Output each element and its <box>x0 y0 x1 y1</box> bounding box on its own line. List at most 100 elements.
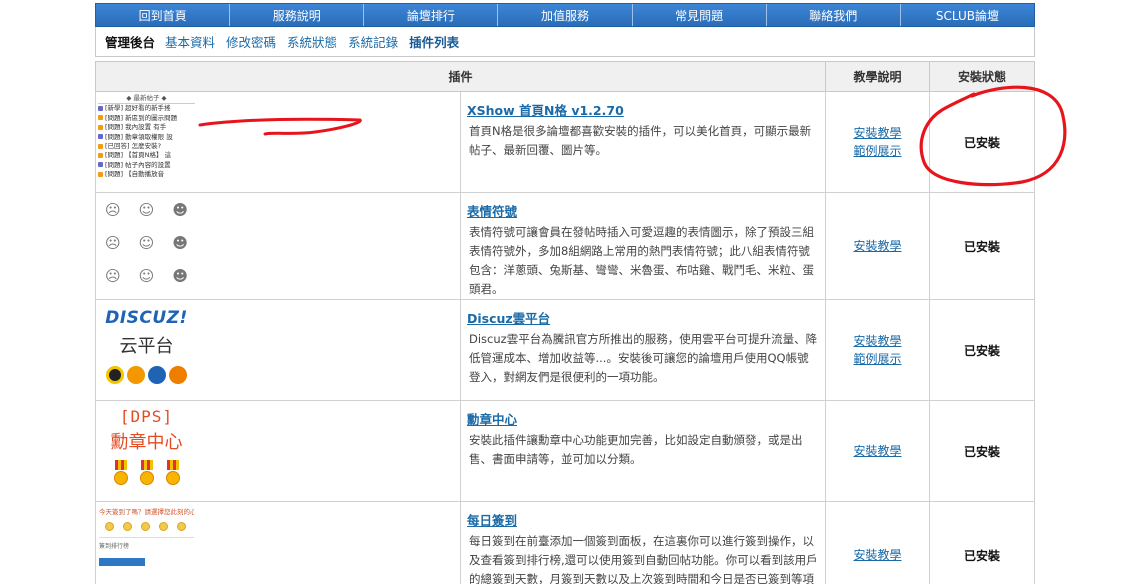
discuz-sub: 云平台 <box>119 336 174 357</box>
help-link[interactable]: 範例展示 <box>826 142 929 160</box>
plugin-help: 安裝教學 範例展示 <box>825 299 930 401</box>
emoji-icon: ☻ <box>172 267 188 286</box>
plugin-description: 首頁N格是很多論壇都喜歡安裝的插件，可以美化首頁，可顯示最新帖子、最新回覆、圖片… <box>469 124 812 157</box>
help-link[interactable]: 安裝教學 <box>826 124 929 142</box>
sign-title: 今天簽到了嗎？請選擇您此刻的心情 <box>99 508 194 516</box>
plugin-description: 每日簽到在前臺添加一個簽到面板，在這裏你可以進行簽到操作，以及查看簽到排行榜,還… <box>469 534 818 584</box>
plugin-info: XShow 首頁N格 v1.2.70 首頁N格是很多論壇都喜歡安裝的插件，可以美… <box>460 91 826 193</box>
cloud-icon <box>148 366 166 384</box>
subnav-links: 基本資料 修改密碼 系統狀態 系統記錄 插件列表 <box>165 32 470 51</box>
thumb-posts-head: ◆ 最新帖子 ◆ <box>98 94 195 105</box>
table-row: 今天簽到了嗎？請選擇您此刻的心情 簽到排行榜 每日簽到 每日簽到在前臺添加一個簽… <box>95 501 1035 584</box>
plugin-name-link[interactable]: 勳章中心 <box>467 409 517 428</box>
plugin-thumbnail: ☹ ☺ ☻ ☹ ☺ ☻ ☹ ☺ ☻ <box>95 192 461 300</box>
thumb-post-row: [問題] 新區到的圖示問題 <box>98 114 195 123</box>
thumb-post-row: [已回答] 怎麼安裝? <box>98 142 195 151</box>
sign-line: 簽到排行榜 <box>99 537 194 550</box>
table-row: DISCUZ! 云平台 Discuz雲平台 Discuz雲平台為騰訊官方所推出的… <box>95 299 1035 401</box>
plugin-thumbnail: DISCUZ! 云平台 <box>95 299 461 401</box>
help-link[interactable]: 安裝教學 <box>826 332 929 350</box>
thumb-dps: [DPS] 勳章中心 <box>96 401 197 501</box>
thumb-discuz: DISCUZ! 云平台 <box>96 300 197 400</box>
nav-item-5[interactable]: 聯絡我們 <box>766 4 901 26</box>
plugin-info: 每日簽到 每日簽到在前臺添加一個簽到面板，在這裏你可以進行簽到操作，以及查看簽到… <box>460 501 826 584</box>
discuz-logo: DISCUZ! <box>105 308 188 328</box>
medal-icon <box>165 460 181 486</box>
thumb-post-row: [問題] 動章領取權限 設 <box>98 133 195 142</box>
table-row: [DPS] 勳章中心 勳章中心 安裝此插件讓勳章中心功能更加完善，比如設定自動頒… <box>95 400 1035 502</box>
dps-title: 勳章中心 <box>110 432 183 453</box>
header-status: 安裝狀態 <box>929 61 1035 92</box>
plugin-description: 安裝此插件讓勳章中心功能更加完善，比如設定自動頒發，或是出售、書面申請等，並可加… <box>469 433 803 466</box>
share-icon <box>127 366 145 384</box>
plugin-help: 安裝教學 <box>825 192 930 300</box>
page-wrapper: 回到首頁 服務說明 論壇排行 加值服務 常見問題 聯絡我們 SCLUB論壇 管理後台 基本資… <box>95 3 1035 584</box>
sign-faces <box>99 522 194 531</box>
sign-button-icon <box>99 558 145 566</box>
subnav-link-2[interactable]: 系統狀態 <box>287 32 337 51</box>
help-link[interactable]: 範例展示 <box>826 350 929 368</box>
plugin-info: 表情符號 表情符號可讓會員在發帖時插入可愛逗趣的表情圖示，除了預設三組表情符號外… <box>460 192 826 300</box>
status-label: 已安裝 <box>929 299 1035 401</box>
medal-icon <box>139 460 155 486</box>
subnav-link-3[interactable]: 系統記錄 <box>348 32 398 51</box>
plugin-help: 安裝教學 範例展示 <box>825 91 930 193</box>
nav-item-0[interactable]: 回到首頁 <box>96 4 231 26</box>
plugin-info: 勳章中心 安裝此插件讓勳章中心功能更加完善，比如設定自動頒發，或是出售、書面申請… <box>460 400 826 502</box>
top-nav: 回到首頁 服務說明 論壇排行 加值服務 常見問題 聯絡我們 SCLUB論壇 <box>95 3 1035 27</box>
header-help: 教學說明 <box>825 61 930 92</box>
table-row: ◆ 最新帖子 ◆ [新學] 超好看的新手搖 [問題] 新區到的圖示問題 [問題] 我內… <box>95 91 1035 193</box>
emoji-icon: ☺ <box>138 267 155 286</box>
face-icon <box>159 522 168 531</box>
plugin-name-link[interactable]: 每日簽到 <box>467 510 517 529</box>
thumb-post-row: [新學] 超好看的新手搖 <box>98 104 195 113</box>
plugin-thumbnail: [DPS] 勳章中心 <box>95 400 461 502</box>
nav-item-2[interactable]: 論壇排行 <box>364 4 499 26</box>
table-row: ☹ ☺ ☻ ☹ ☺ ☻ ☹ ☺ ☻ 表情符號 表情符號可讓會員在發帖時插入可愛逗趣的表情圖示，除… <box>95 192 1035 300</box>
thumb-post-row: [問題] 我內設置 有手 <box>98 123 195 132</box>
emoji-icon: ☻ <box>172 233 188 252</box>
plugin-description: 表情符號可讓會員在發帖時插入可愛逗趣的表情圖示，除了預設三組表情符號外，多加8組… <box>469 225 814 296</box>
face-icon <box>141 522 150 531</box>
money-icon <box>169 366 187 384</box>
admin-subnav: 管理後台 基本資料 修改密碼 系統狀態 系統記錄 插件列表 <box>95 27 1035 57</box>
emoji-icon: ☹ <box>105 233 121 252</box>
subnav-link-0[interactable]: 基本資料 <box>165 32 215 51</box>
help-link[interactable]: 安裝教學 <box>826 237 929 255</box>
emoji-icon: ☹ <box>105 200 121 219</box>
admin-title: 管理後台 <box>105 35 156 50</box>
emoji-icon: ☺ <box>138 233 155 252</box>
nav-item-3[interactable]: 加值服務 <box>498 4 633 26</box>
qq-icon <box>106 366 124 384</box>
nav-item-6[interactable]: SCLUB論壇 <box>900 4 1034 26</box>
face-icon <box>105 522 114 531</box>
face-icon <box>123 522 132 531</box>
plugin-help: 安裝教學 <box>825 400 930 502</box>
thumb-post-row: [問題] 帖子內容的設置 <box>98 161 195 170</box>
table-header-row: 插件 教學說明 安裝狀態 <box>95 61 1035 92</box>
medal-row <box>97 460 198 486</box>
thumb-posts: ◆ 最新帖子 ◆ [新學] 超好看的新手搖 [問題] 新區到的圖示問題 [問題] 我內… <box>96 92 197 192</box>
plugin-description: Discuz雲平台為騰訊官方所推出的服務，使用雲平台可提升流量、降低管運成本、增… <box>469 332 818 384</box>
help-link[interactable]: 安裝教學 <box>826 442 929 460</box>
medal-icon <box>113 460 129 486</box>
help-link[interactable]: 安裝教學 <box>826 546 929 564</box>
subnav-link-1[interactable]: 修改密碼 <box>226 32 276 51</box>
plugin-info: Discuz雲平台 Discuz雲平台為騰訊官方所推出的服務，使用雲平台可提升流… <box>460 299 826 401</box>
nav-item-4[interactable]: 常見問題 <box>632 4 767 26</box>
plugin-thumbnail: 今天簽到了嗎？請選擇您此刻的心情 簽到排行榜 <box>95 501 461 584</box>
thumb-emoji: ☹ ☺ ☻ ☹ ☺ ☻ ☹ ☺ ☻ <box>96 193 197 293</box>
discuz-icons <box>97 366 198 384</box>
subnav-link-4[interactable]: 插件列表 <box>409 32 459 51</box>
dps-top: [DPS] <box>119 407 174 426</box>
plugin-table: 插件 教學說明 安裝狀態 ◆ 最新帖子 ◆ [新學] 超好看的新手搖 [問題] 新區… <box>95 61 1035 584</box>
nav-item-1[interactable]: 服務說明 <box>230 4 365 26</box>
thumb-post-row: [問題] 【自動播放音 <box>98 170 195 179</box>
plugin-help: 安裝教學 <box>825 501 930 584</box>
header-plugin: 插件 <box>95 61 826 92</box>
status-label: 已安裝 <box>929 192 1035 300</box>
plugin-name-link[interactable]: Discuz雲平台 <box>467 308 550 327</box>
plugin-name-link[interactable]: XShow 首頁N格 v1.2.70 <box>467 100 624 119</box>
plugin-name-link[interactable]: 表情符號 <box>467 201 517 220</box>
plugin-thumbnail: ◆ 最新帖子 ◆ [新學] 超好看的新手搖 [問題] 新區到的圖示問題 [問題] 我內… <box>95 91 461 193</box>
